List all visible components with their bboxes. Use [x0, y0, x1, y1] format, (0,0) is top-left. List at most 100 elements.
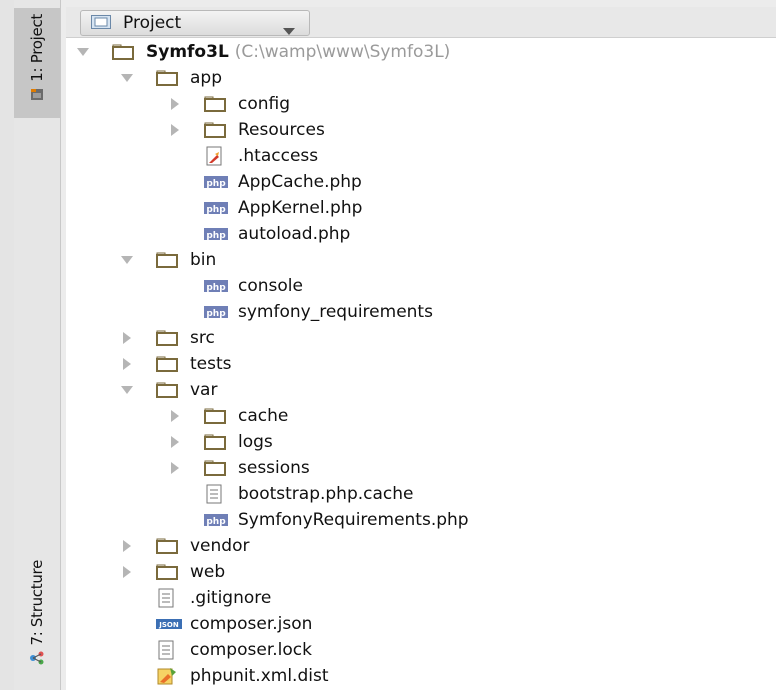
tree-node-htaccess[interactable]: .htaccess [168, 143, 318, 169]
folder-icon [156, 328, 182, 348]
text-file-icon [204, 484, 230, 504]
tree-node-label: phpunit.xml.dist [190, 666, 329, 686]
folder-icon [156, 562, 182, 582]
text-file-icon [156, 640, 182, 660]
view-mode-label: Project [123, 13, 182, 33]
tree-node-resources[interactable]: Resources [168, 117, 325, 143]
tree-node-appkernel[interactable]: php AppKernel.php [168, 195, 362, 221]
svg-text:php: php [206, 283, 226, 293]
folder-icon [204, 406, 230, 426]
tree-node-label: src [190, 328, 215, 348]
tree-node-root[interactable]: Symfo3L (C:\wamp\www\Symfo3L) [76, 39, 450, 65]
project-tool-tab[interactable]: 1: Project [14, 8, 60, 118]
tree-node-phpunit-xml-dist[interactable]: phpunit.xml.dist [120, 663, 328, 689]
folder-icon [112, 42, 138, 62]
tree-node-autoload[interactable]: php autoload.php [168, 221, 350, 247]
tree-node-bin[interactable]: bin [120, 247, 216, 273]
tree-node-symfony-requirements[interactable]: php symfony_requirements [168, 299, 433, 325]
structure-tool-tab[interactable]: 7: Structure [14, 560, 60, 678]
tree-node-label: sessions [238, 458, 310, 478]
collapsed-arrow-icon[interactable] [168, 97, 182, 111]
window-left-gutter [0, 0, 14, 690]
tree-node-label: Symfo3L [146, 42, 229, 62]
tree-node-var[interactable]: var [120, 377, 217, 403]
collapsed-arrow-icon[interactable] [120, 565, 134, 579]
collapsed-arrow-icon[interactable] [168, 461, 182, 475]
project-view-icon [91, 14, 111, 33]
tree-node-web[interactable]: web [120, 559, 225, 585]
tree-node-label: SymfonyRequirements.php [238, 510, 469, 530]
collapsed-arrow-icon[interactable] [120, 357, 134, 371]
collapsed-arrow-icon[interactable] [168, 123, 182, 137]
folder-icon [156, 250, 182, 270]
tree-node-gitignore[interactable]: .gitignore [120, 585, 271, 611]
tree-node-label: AppCache.php [238, 172, 362, 192]
project-tab-label: 1: Project [28, 14, 46, 82]
tree-node-label: Resources [238, 120, 325, 140]
svg-text:php: php [206, 309, 226, 319]
tree-node-label: cache [238, 406, 289, 426]
tree-node-path: (C:\wamp\www\Symfo3L) [234, 42, 451, 62]
tool-window-strip: 1: Project 7: Structure [14, 0, 61, 690]
tree-node-bootstrap-cache[interactable]: bootstrap.php.cache [168, 481, 414, 507]
tree-node-label: console [238, 276, 303, 296]
php-file-icon: php [204, 198, 230, 218]
project-tab-icon [29, 86, 45, 106]
tree-node-label: composer.lock [190, 640, 312, 660]
folder-icon [204, 432, 230, 452]
expanded-arrow-icon[interactable] [120, 383, 134, 397]
php-file-icon: php [204, 302, 230, 322]
expanded-arrow-icon[interactable] [120, 253, 134, 267]
tree-node-app[interactable]: app [120, 65, 222, 91]
tree-node-logs[interactable]: logs [168, 429, 273, 455]
folder-icon [156, 380, 182, 400]
chevron-down-icon [283, 20, 295, 39]
view-mode-dropdown[interactable]: Project [80, 10, 310, 36]
folder-icon [156, 354, 182, 374]
folder-icon [204, 458, 230, 478]
tree-node-appcache[interactable]: php AppCache.php [168, 169, 362, 195]
tree-node-label: vendor [190, 536, 250, 556]
expanded-arrow-icon[interactable] [120, 71, 134, 85]
tree-node-label: .gitignore [190, 588, 272, 608]
xml-file-icon [156, 666, 182, 686]
tree-node-label: config [238, 94, 291, 114]
tree-node-sessions[interactable]: sessions [168, 455, 310, 481]
tree-node-vendor[interactable]: vendor [120, 533, 249, 559]
tree-node-tests[interactable]: tests [120, 351, 232, 377]
tree-node-config[interactable]: config [168, 91, 290, 117]
structure-tab-icon [29, 650, 45, 670]
svg-text:JSON: JSON [158, 621, 179, 629]
tree-node-cache[interactable]: cache [168, 403, 288, 429]
svg-text:php: php [206, 231, 226, 241]
collapsed-arrow-icon[interactable] [168, 409, 182, 423]
tree-node-symfonyrequirements-php[interactable]: php SymfonyRequirements.php [168, 507, 469, 533]
tree-node-label: web [190, 562, 226, 582]
tree-node-composer-json[interactable]: JSON composer.json [120, 611, 312, 637]
tree-node-label: var [190, 380, 218, 400]
expanded-arrow-icon[interactable] [76, 45, 90, 59]
tree-node-composer-lock[interactable]: composer.lock [120, 637, 312, 663]
php-file-icon: php [204, 172, 230, 192]
folder-icon [204, 94, 230, 114]
project-tool-window: Project Symfo3L (C:\wamp\www\Symfo3L) ap… [66, 7, 776, 690]
svg-text:php: php [206, 205, 226, 215]
tree-node-label: composer.json [190, 614, 313, 634]
folder-icon [156, 536, 182, 556]
project-toolbar: Project [66, 7, 776, 38]
svg-text:php: php [206, 517, 226, 527]
tree-node-label: bootstrap.php.cache [238, 484, 414, 504]
apache-file-icon [204, 146, 230, 166]
tree-node-console[interactable]: php console [168, 273, 303, 299]
collapsed-arrow-icon[interactable] [120, 539, 134, 553]
tree-node-src[interactable]: src [120, 325, 215, 351]
tree-node-label: logs [238, 432, 273, 452]
tree-node-label: app [190, 68, 222, 88]
structure-tab-label: 7: Structure [28, 560, 46, 646]
collapsed-arrow-icon[interactable] [120, 331, 134, 345]
tree-node-label: .htaccess [238, 146, 319, 166]
svg-text:php: php [206, 179, 226, 189]
php-file-icon: php [204, 276, 230, 296]
json-file-icon: JSON [156, 614, 182, 634]
collapsed-arrow-icon[interactable] [168, 435, 182, 449]
